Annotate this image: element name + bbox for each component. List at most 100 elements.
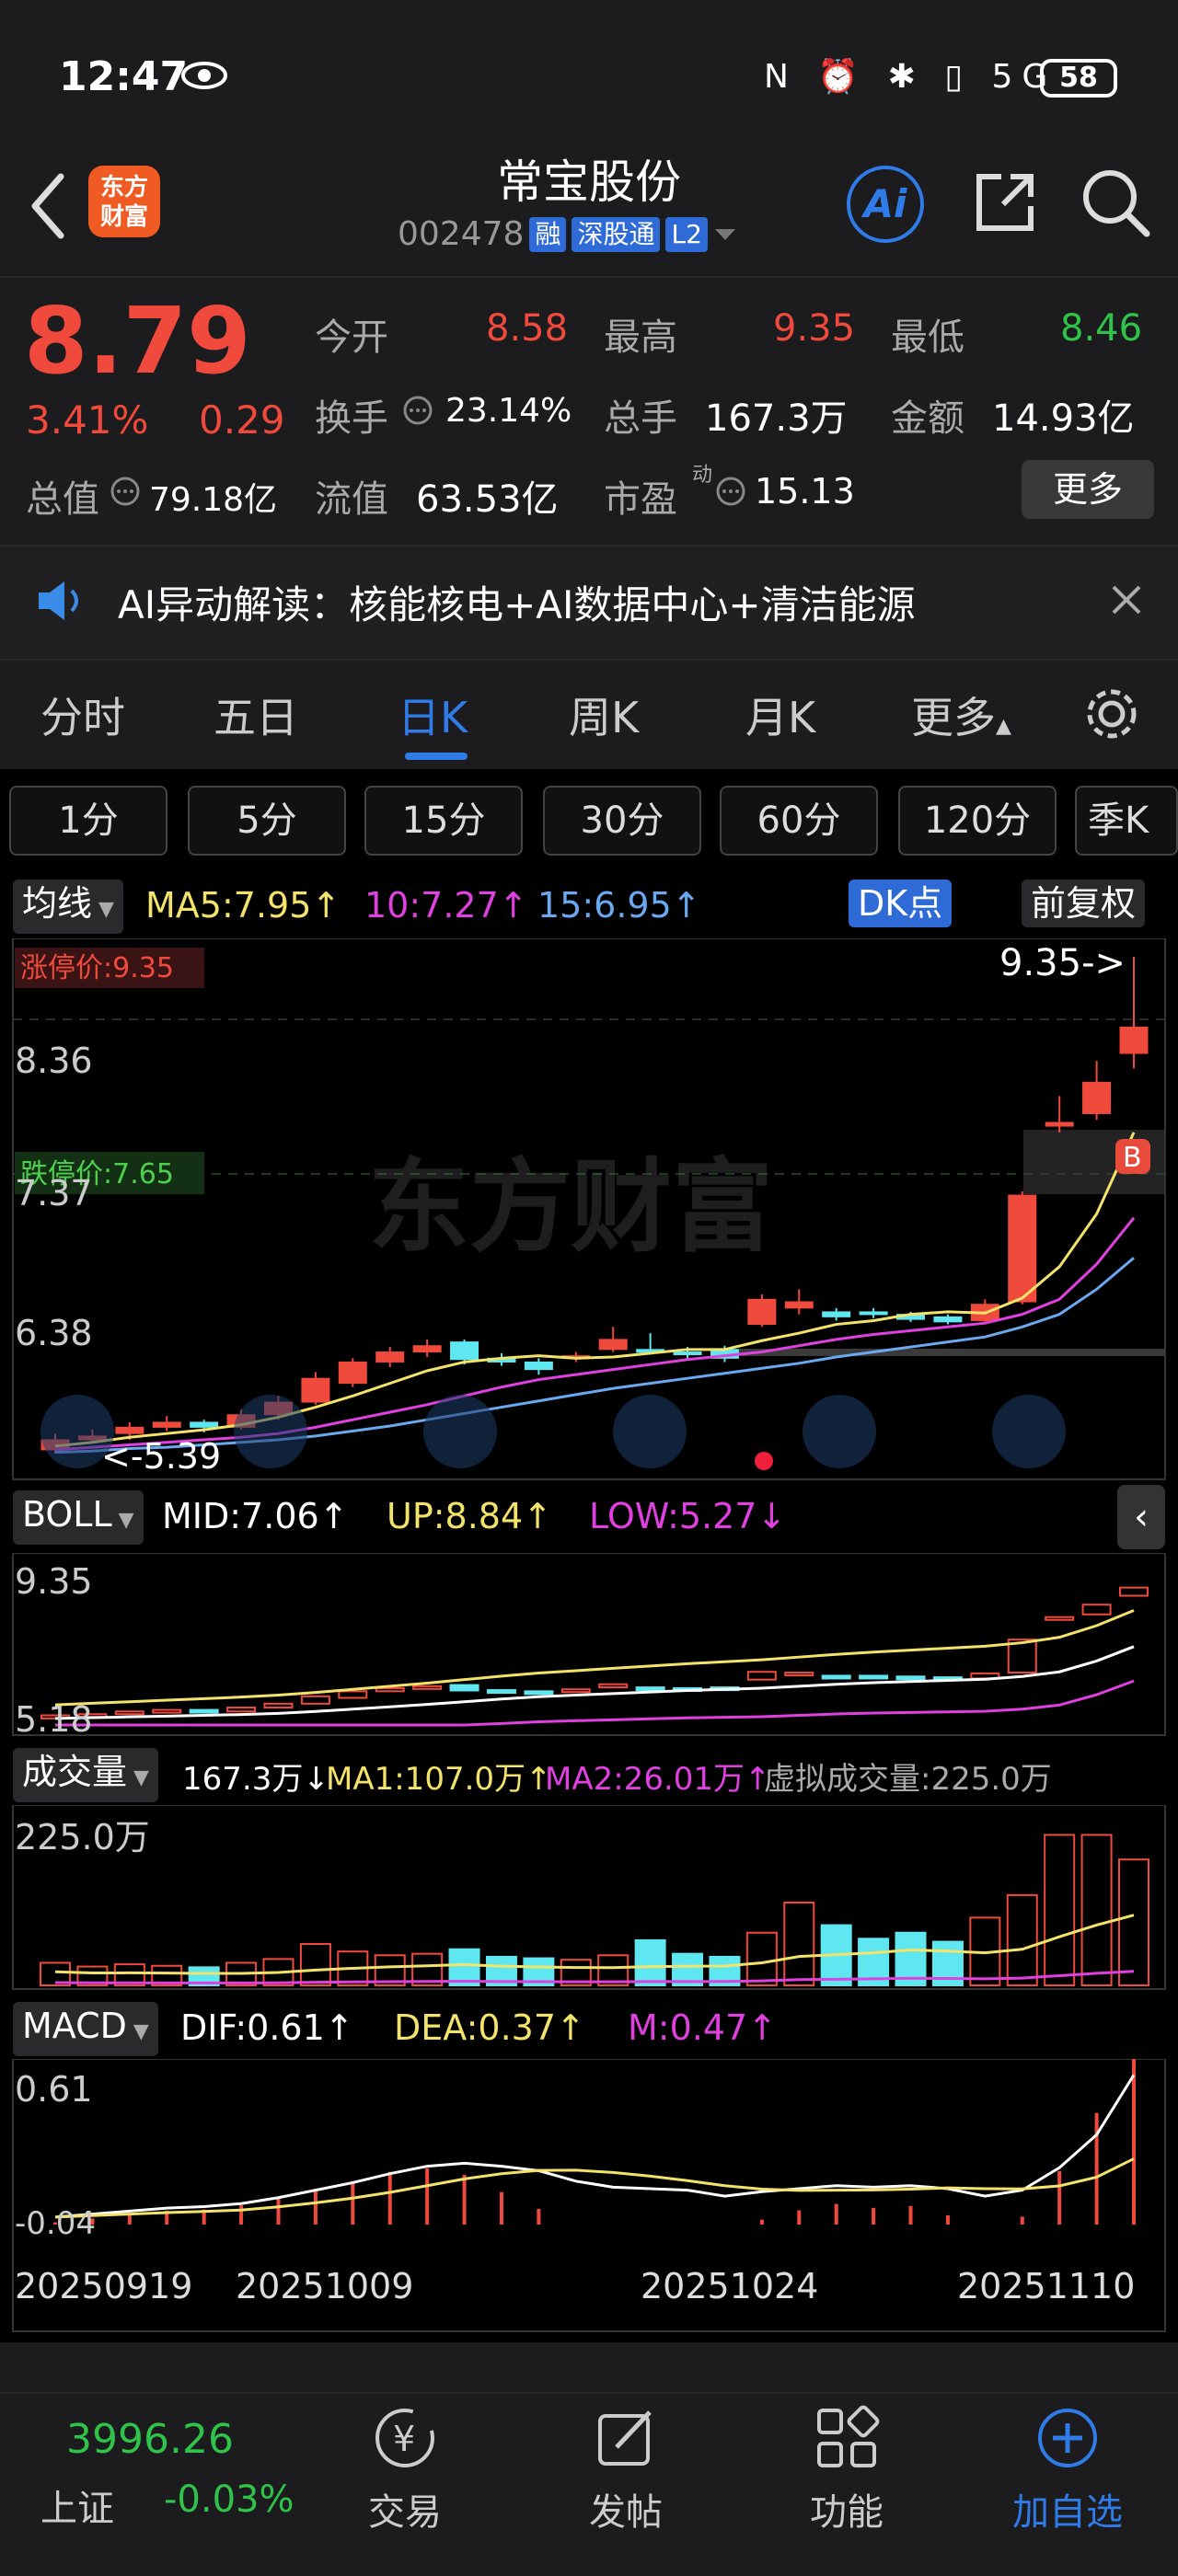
tab-weekly-k[interactable]: 周K — [569, 684, 639, 745]
volume-chart: 225.0万 — [12, 1805, 1166, 1990]
volume-ma1: MA1:107.0万↑ — [326, 1761, 552, 1798]
collapse-chevron-icon[interactable]: ‹ — [1117, 1485, 1165, 1549]
x-tick-2: 20251009 — [236, 2266, 413, 2306]
turnover-value: 23.14% — [445, 392, 572, 430]
nav-functions[interactable]: 功能 — [773, 2401, 920, 2536]
volume-bar — [299, 1943, 331, 1986]
kline-chart[interactable]: 东方财富 涨停价:9.35 跌停价:7.65 8.36 7.37 6.38 9.… — [0, 938, 1178, 1481]
zoom-in-icon[interactable] — [423, 1395, 497, 1468]
buy-marker-label: B — [1123, 1142, 1142, 1174]
macd-y-bottom: -0.04 — [15, 2205, 96, 2242]
candle-body — [747, 1298, 777, 1326]
tab-more[interactable]: 更多▲ — [911, 684, 1011, 745]
adjust-button[interactable]: 前复权 — [1022, 880, 1146, 927]
tab-intraday[interactable]: 分时 — [40, 684, 125, 745]
boll-candle — [412, 1685, 443, 1690]
tab-five-day[interactable]: 五日 — [214, 684, 298, 745]
grid-icon — [817, 2405, 880, 2467]
volume-current: 167.3万↓ — [182, 1761, 329, 1798]
volume-bar — [1044, 1834, 1076, 1986]
volume-selector-label: 成交量 — [22, 1752, 128, 1792]
share-icon[interactable] — [970, 167, 1040, 237]
gear-icon[interactable] — [1082, 684, 1141, 743]
period-15m[interactable]: 15分 — [364, 786, 523, 856]
tab-daily-k[interactable]: 日K — [398, 684, 468, 745]
boll-candle — [449, 1684, 479, 1692]
prev-icon[interactable] — [613, 1395, 687, 1468]
candle-body — [115, 1426, 144, 1434]
change-abs: 0.29 — [199, 397, 285, 443]
volume-frame — [12, 1805, 1166, 1990]
stock-code: 002478 — [398, 215, 525, 253]
macd-dif-line — [54, 2074, 1136, 2219]
search-icon[interactable] — [1079, 166, 1152, 239]
boll-y-bottom: 5.18 — [15, 1699, 93, 1737]
open-label: 今开 — [315, 316, 388, 359]
candle-body — [1082, 1081, 1112, 1114]
caret-down-icon — [714, 228, 735, 240]
stock-code-line[interactable]: 002478 融 深股通 L2 — [398, 215, 737, 253]
boll-selector[interactable]: BOLL ▼ — [13, 1490, 144, 1545]
ma5-value: MA5:7.95↑ — [145, 885, 341, 926]
speaker-icon — [39, 581, 78, 620]
boll-candle — [263, 1702, 294, 1709]
close-icon[interactable] — [1108, 581, 1145, 618]
candle-body — [524, 1361, 553, 1371]
volume-selector[interactable]: 成交量 ▼ — [13, 1748, 158, 1802]
period-quarter[interactable]: 季K — [1075, 786, 1178, 856]
candle-body — [450, 1341, 479, 1361]
tab-underline — [405, 753, 468, 760]
volume-bar — [1080, 1834, 1113, 1986]
candle-body — [1045, 1121, 1074, 1127]
ma15-value: 15:6.95↑ — [537, 885, 701, 926]
y-label-2: 7.37 — [15, 1173, 93, 1213]
nav-trade-label: 交易 — [368, 2491, 442, 2534]
tab-monthly-k[interactable]: 月K — [745, 684, 815, 745]
index-name: 上证 — [40, 2488, 114, 2530]
next-icon[interactable] — [803, 1395, 876, 1468]
open-value: 8.58 — [486, 307, 569, 350]
boll-mid-line — [54, 1645, 1135, 1720]
pe-label: 市盈 — [604, 478, 677, 521]
ai-button[interactable]: Ai — [847, 166, 924, 243]
info-dots-icon[interactable] — [109, 475, 142, 508]
high-value: 9.35 — [773, 307, 856, 350]
nav-trade[interactable]: ¥ 交易 — [331, 2401, 479, 2536]
mktcap-label: 总值 — [26, 478, 99, 521]
more-button[interactable]: 更多 — [1022, 460, 1154, 519]
ma-selector[interactable]: 均线 ▼ — [13, 880, 123, 934]
candle-body — [301, 1377, 330, 1403]
period-120m[interactable]: 120分 — [898, 786, 1057, 856]
current-price: 8.79 — [24, 287, 251, 395]
dk-point-button[interactable]: DK点 — [849, 880, 953, 927]
low-label: 最低 — [891, 316, 964, 359]
edit-icon — [598, 2410, 652, 2466]
boll-mid: MID:7.06↑ — [162, 1496, 349, 1536]
macd-selector-label: MACD — [22, 2006, 127, 2046]
index-value[interactable]: 3996.26 — [66, 2416, 234, 2463]
status-icons: N ⏰ ✱ ▯ 5G — [764, 58, 1057, 96]
info-dots-icon[interactable] — [714, 475, 747, 508]
period-5m[interactable]: 5分 — [188, 786, 346, 856]
boll-low-line — [55, 1679, 1135, 1727]
macd-selector[interactable]: MACD ▼ — [13, 2002, 158, 2056]
period-30m[interactable]: 30分 — [543, 786, 701, 856]
period-60m[interactable]: 60分 — [720, 786, 878, 856]
limit-up-label: 涨停价:9.35 — [20, 952, 174, 984]
info-dots-icon[interactable] — [401, 394, 434, 427]
boll-candle — [1045, 1616, 1075, 1621]
nav-post[interactable]: 发帖 — [552, 2401, 699, 2536]
boll-candle — [598, 1683, 629, 1689]
candle-body — [1119, 1026, 1149, 1054]
fullscreen-icon[interactable] — [992, 1395, 1066, 1468]
macd-chart: 0.61 -0.04 20250919 20251009 20251024 20… — [12, 2059, 1166, 2332]
boll-up: UP:8.84↑ — [387, 1496, 552, 1536]
volume-bar — [783, 1902, 815, 1986]
watermark: 东方财富 — [368, 1151, 773, 1264]
boll-low: LOW:5.27↓ — [589, 1496, 787, 1536]
zoom-out-icon[interactable] — [234, 1395, 307, 1468]
yuan-icon: ¥ — [375, 2409, 434, 2467]
rewind-icon[interactable] — [40, 1395, 114, 1468]
nav-add-watchlist[interactable]: 加自选 — [994, 2401, 1141, 2536]
period-1m[interactable]: 1分 — [9, 786, 167, 856]
